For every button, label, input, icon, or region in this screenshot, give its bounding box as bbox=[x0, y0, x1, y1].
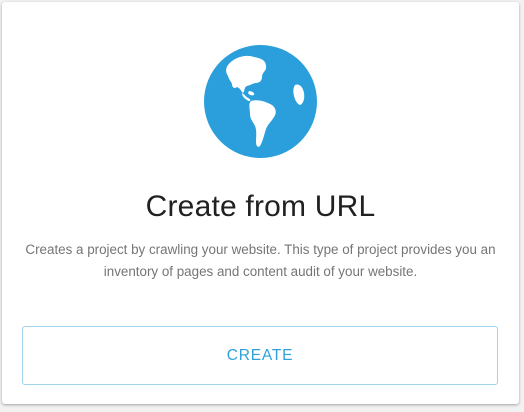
card-description: Creates a project by crawling your websi… bbox=[25, 242, 496, 279]
card-title: Create from URL bbox=[145, 190, 376, 223]
create-from-url-card: Create from URL Creates a project by cra… bbox=[2, 2, 519, 404]
create-button[interactable]: CREATE bbox=[22, 326, 498, 385]
globe-icon bbox=[204, 45, 317, 158]
